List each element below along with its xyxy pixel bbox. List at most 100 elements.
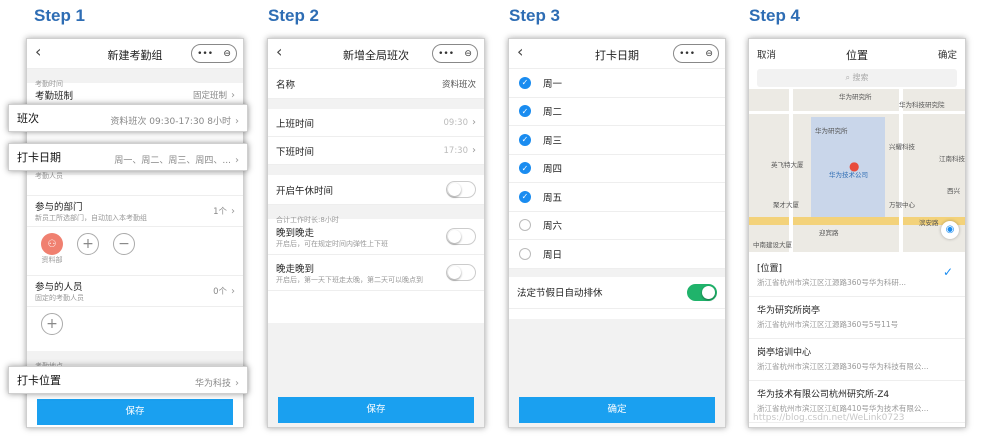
capsule-menu[interactable]: ••• ⊖	[432, 44, 478, 63]
late-toggle[interactable]	[446, 228, 476, 245]
location-address: 浙江省杭州市滨江区江源路360号华为科研...	[757, 278, 906, 287]
day-label: 周二	[543, 107, 563, 119]
remove-icon[interactable]: −	[113, 233, 135, 255]
day-row[interactable]: 周日	[509, 240, 725, 269]
row-value: 1个	[213, 207, 227, 217]
chevron-right-icon: ›	[472, 145, 476, 156]
map-label: 万银中心	[889, 201, 915, 209]
location-address: 浙江省杭州市滨江区江源路360号华为科技有限公...	[757, 362, 929, 371]
row-label: 晚到晚走	[276, 227, 315, 239]
day-row[interactable]: ✓ 周三	[509, 126, 725, 155]
nav-bar: ‹ 新增全局班次 ••• ⊖	[268, 39, 484, 69]
row-label: 开启午休时间	[276, 185, 334, 197]
checked-icon[interactable]: ✓	[519, 76, 531, 89]
callout-value: 华为科技	[194, 378, 231, 389]
location-item[interactable]: [位置] 浙江省杭州市滨江区江源路360号华为科研... ✓	[749, 255, 965, 297]
callout-location[interactable]: 打卡位置 华为科技 ›	[8, 366, 248, 394]
row-value: 17:30	[443, 146, 469, 156]
dept-chip[interactable]: ⚇ 资料部	[41, 233, 63, 265]
step-3-label: Step 3	[509, 6, 561, 25]
capsule-menu[interactable]: ••• ⊖	[191, 44, 237, 63]
day-row[interactable]: ✓ 周二	[509, 98, 725, 126]
confirm-button[interactable]: 确定	[519, 397, 715, 423]
map[interactable]: 华为研究所 华为科技研究院 华为研究所 迎宾路 英飞特大厦 聚才大厦 万银中心 …	[749, 89, 965, 252]
clock-in-row[interactable]: 上班时间 09:30 ›	[268, 109, 484, 137]
phone-step-2: ‹ 新增全局班次 ••• ⊖ 名称 资料班次 上班时间 09:30 › 下班时间 17:3…	[267, 38, 485, 428]
day-list: ✓ 周一 ✓ 周二 ✓ 周三 ✓ 周四 ✓ 周五 周六 周日	[509, 69, 725, 269]
step-4-label: Step 4	[749, 6, 801, 25]
checked-icon[interactable]: ✓	[519, 105, 531, 118]
row-label: 参与的人员	[35, 282, 83, 293]
dept-avatars: ⚇ 资料部 + −	[27, 227, 243, 275]
row-label: 参与的部门	[35, 202, 83, 213]
map-label: 滨安路	[919, 219, 939, 227]
close-icon[interactable]: ⊖	[223, 49, 231, 59]
day-label: 周五	[543, 192, 563, 204]
name-row[interactable]: 名称 资料班次	[268, 69, 484, 99]
org-icon: ⚇	[41, 233, 63, 255]
dept-row[interactable]: 参与的部门 新员工所选部门，自动加入本考勤组 1个 ›	[27, 195, 243, 227]
confirm-button[interactable]: 确定	[938, 47, 957, 61]
step-1-label: Step 1	[34, 6, 86, 25]
map-label: 聚才大厦	[773, 201, 799, 209]
map-label: 迎宾路	[819, 229, 839, 237]
location-item[interactable]: 华为研究所岗亭 浙江省杭州市滨江区江源路360号5号11号	[749, 297, 965, 339]
day-label: 周六	[543, 221, 563, 233]
row-value: 09:30	[443, 118, 469, 128]
callout-value: 周一、周二、周三、周四、...	[114, 155, 231, 166]
checked-icon[interactable]: ✓	[519, 162, 531, 175]
map-label: 华为研究所	[815, 127, 848, 135]
callout-days[interactable]: 打卡日期 周一、周二、周三、周四、... ›	[8, 143, 248, 171]
chevron-right-icon: ›	[231, 206, 235, 217]
add-icon[interactable]: +	[77, 233, 99, 255]
chevron-right-icon: ›	[231, 286, 235, 297]
callout-shift[interactable]: 班次 资料班次 09:30-17:30 8小时 ›	[8, 104, 248, 132]
chevron-right-icon: ›	[472, 117, 476, 128]
unchecked-icon[interactable]	[519, 219, 531, 232]
day-row[interactable]: 周六	[509, 212, 725, 240]
search-input[interactable]: ⌕ 搜索	[757, 69, 957, 87]
map-label: 华为科技研究院	[899, 101, 945, 109]
day-row[interactable]: ✓ 周一	[509, 69, 725, 98]
early-toggle[interactable]	[446, 264, 476, 281]
row-label: 法定节假日自动排休	[517, 288, 603, 299]
total-hours: 合计工作时长:8小时	[268, 205, 484, 224]
add-icon[interactable]: +	[41, 313, 63, 335]
row-label: 晚走晚到	[276, 263, 315, 275]
divider	[509, 268, 725, 277]
unchecked-icon[interactable]	[519, 247, 531, 260]
lunch-toggle[interactable]	[446, 181, 476, 198]
late-row: 晚到晚走 开启后，可在规定时间内弹性上下班	[268, 219, 484, 255]
holiday-toggle[interactable]	[687, 283, 717, 301]
checked-icon[interactable]: ✓	[519, 190, 531, 203]
more-icon[interactable]: •••	[679, 49, 695, 59]
watermark: https://blog.csdn.net/WeLink0723	[753, 413, 905, 423]
map-label: 英飞特大厦	[771, 161, 804, 169]
checked-icon[interactable]: ✓	[519, 133, 531, 146]
early-row: 晚走晚到 开启后，第一天下班走太晚，第二天可以晚点到	[268, 255, 484, 291]
capsule-menu[interactable]: ••• ⊖	[673, 44, 719, 63]
row-label: 名称	[276, 79, 296, 91]
more-icon[interactable]: •••	[438, 49, 454, 59]
location-name: 华为研究所岗亭	[757, 306, 821, 316]
locate-icon[interactable]: ◉	[941, 221, 959, 239]
row-label: 考勤班制	[35, 90, 74, 102]
save-button[interactable]: 保存	[37, 399, 233, 425]
location-item[interactable]: 岗亭培训中心 浙江省杭州市滨江区江源路360号华为科技有限公...	[749, 339, 965, 381]
nav-bar: ‹ 打卡日期 ••• ⊖	[509, 39, 725, 69]
close-icon[interactable]: ⊖	[464, 49, 472, 59]
save-button[interactable]: 保存	[278, 397, 474, 423]
more-icon[interactable]: •••	[197, 49, 213, 59]
row-value: 资料班次	[441, 79, 476, 90]
clock-out-row[interactable]: 下班时间 17:30 ›	[268, 137, 484, 165]
row-value: 0个	[213, 287, 227, 297]
close-icon[interactable]: ⊖	[705, 49, 713, 59]
chevron-right-icon: ›	[235, 115, 239, 127]
section-title: 考勤人员	[35, 172, 63, 180]
chevron-right-icon: ›	[235, 154, 239, 166]
page-title: 位置	[846, 49, 868, 62]
day-row[interactable]: ✓ 周四	[509, 155, 725, 183]
people-row[interactable]: 参与的人员 固定的考勤人员 0个 ›	[27, 275, 243, 307]
day-row[interactable]: ✓ 周五	[509, 183, 725, 212]
location-list: [位置] 浙江省杭州市滨江区江源路360号华为科研... ✓ 华为研究所岗亭 浙江省杭州…	[749, 255, 965, 423]
